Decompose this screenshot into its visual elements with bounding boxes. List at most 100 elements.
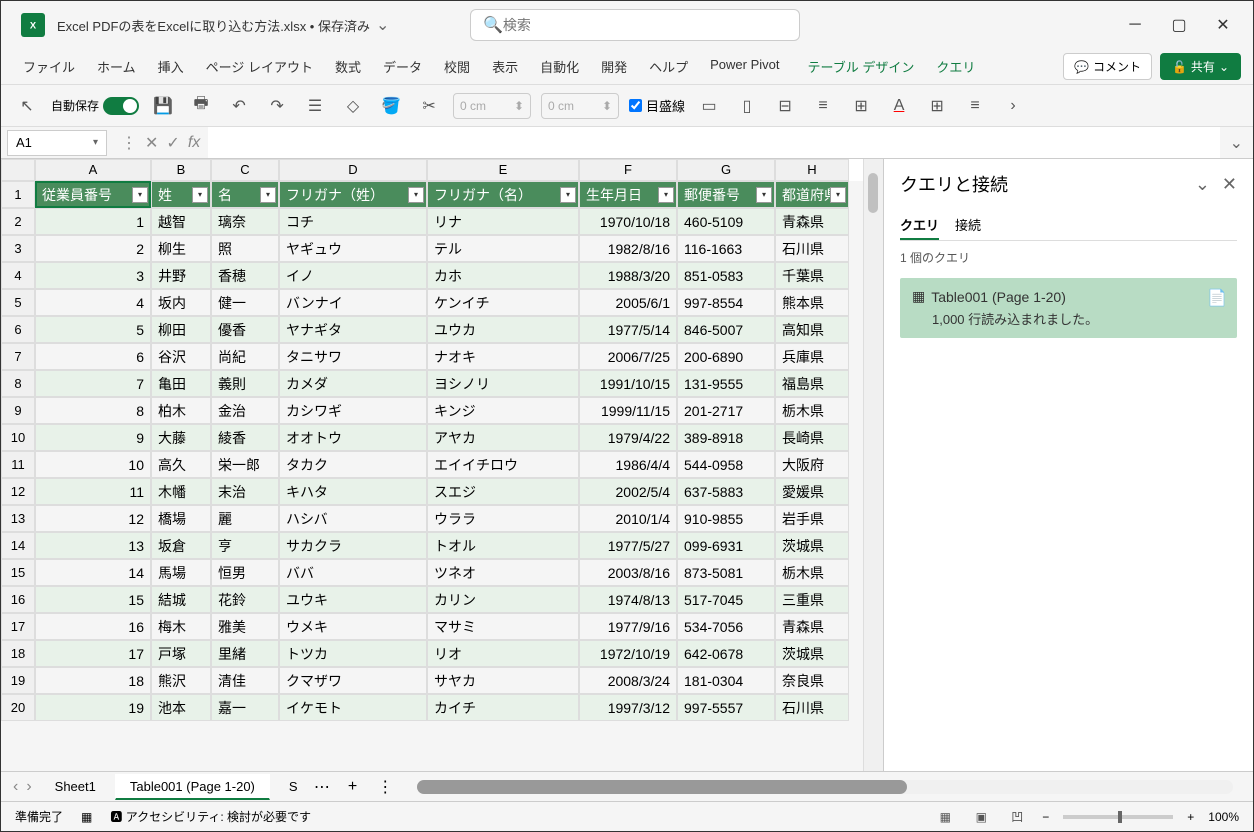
- table-cell[interactable]: 851-0583: [677, 262, 775, 289]
- table-cell[interactable]: 1977/9/16: [579, 613, 677, 640]
- zoom-level[interactable]: 100%: [1208, 810, 1239, 824]
- table-header-cell[interactable]: 従業員番号▾: [35, 181, 151, 208]
- table-cell[interactable]: 雅美: [211, 613, 279, 640]
- table-cell[interactable]: カホ: [427, 262, 579, 289]
- row-header[interactable]: 12: [1, 478, 35, 505]
- table-cell[interactable]: トツカ: [279, 640, 427, 667]
- table-cell[interactable]: キンジ: [427, 397, 579, 424]
- table-header-cell[interactable]: 郵便番号▾: [677, 181, 775, 208]
- table-cell[interactable]: 奈良県: [775, 667, 849, 694]
- row-header[interactable]: 8: [1, 370, 35, 397]
- search-box[interactable]: 🔍: [470, 9, 800, 41]
- table-cell[interactable]: 2: [35, 235, 151, 262]
- close-button[interactable]: ✕: [1213, 15, 1233, 35]
- search-input[interactable]: [503, 17, 787, 33]
- table-cell[interactable]: 栃木県: [775, 559, 849, 586]
- column-header[interactable]: H: [775, 159, 849, 181]
- stats-icon[interactable]: ▦: [81, 810, 92, 824]
- table-cell[interactable]: 1979/4/22: [579, 424, 677, 451]
- row-header[interactable]: 5: [1, 289, 35, 316]
- table-cell[interactable]: 7: [35, 370, 151, 397]
- table-cell[interactable]: 3: [35, 262, 151, 289]
- center-icon[interactable]: ≡: [961, 92, 989, 120]
- table-cell[interactable]: 馬場: [151, 559, 211, 586]
- table-cell[interactable]: 熊本県: [775, 289, 849, 316]
- tab-queries[interactable]: クエリ: [900, 211, 939, 240]
- filter-dropdown-icon[interactable]: ▾: [658, 187, 674, 203]
- ribbon-tab[interactable]: 校閲: [434, 51, 480, 82]
- table-cell[interactable]: 642-0678: [677, 640, 775, 667]
- table-cell[interactable]: 1977/5/14: [579, 316, 677, 343]
- maximize-button[interactable]: ▢: [1169, 15, 1189, 35]
- print-icon[interactable]: 🖶: [187, 92, 215, 120]
- title-chevron-icon[interactable]: ⌄: [376, 15, 389, 35]
- table-cell[interactable]: 高知県: [775, 316, 849, 343]
- table-cell[interactable]: 4: [35, 289, 151, 316]
- table-cell[interactable]: 茨城県: [775, 532, 849, 559]
- save-icon[interactable]: 💾: [149, 92, 177, 120]
- table-cell[interactable]: 1977/5/27: [579, 532, 677, 559]
- table-cell[interactable]: ユウカ: [427, 316, 579, 343]
- column-header[interactable]: E: [427, 159, 579, 181]
- table-header-cell[interactable]: 姓▾: [151, 181, 211, 208]
- toggle-switch-icon[interactable]: [103, 97, 139, 115]
- row-header[interactable]: 10: [1, 424, 35, 451]
- normal-view-icon[interactable]: ▦: [934, 806, 956, 828]
- table-cell[interactable]: カイチ: [427, 694, 579, 721]
- expand-formula-icon[interactable]: ⌄: [1220, 133, 1253, 153]
- table-cell[interactable]: 嘉一: [211, 694, 279, 721]
- select-all-corner[interactable]: [1, 159, 35, 181]
- table-cell[interactable]: トオル: [427, 532, 579, 559]
- table-header-cell[interactable]: 生年月日▾: [579, 181, 677, 208]
- table-cell[interactable]: ナオキ: [427, 343, 579, 370]
- fx-icon[interactable]: fx: [188, 134, 200, 152]
- table-cell[interactable]: 大阪府: [775, 451, 849, 478]
- ribbon-tab[interactable]: データ: [373, 51, 432, 82]
- table-cell[interactable]: 2008/3/24: [579, 667, 677, 694]
- table-cell[interactable]: 910-9855: [677, 505, 775, 532]
- table-cell[interactable]: ババ: [279, 559, 427, 586]
- touch-mode-icon[interactable]: ☰: [301, 92, 329, 120]
- table-cell[interactable]: 846-5007: [677, 316, 775, 343]
- table-cell[interactable]: ヨシノリ: [427, 370, 579, 397]
- table-cell[interactable]: 柳田: [151, 316, 211, 343]
- table-cell[interactable]: 橋場: [151, 505, 211, 532]
- column-header[interactable]: G: [677, 159, 775, 181]
- tab-connections[interactable]: 接続: [955, 211, 981, 240]
- chevron-down-icon[interactable]: ▾: [93, 137, 98, 148]
- sheet-tab-active[interactable]: Table001 (Page 1-20): [115, 774, 270, 800]
- table-cell[interactable]: 高久: [151, 451, 211, 478]
- sheet-overflow-icon[interactable]: ⋯: [308, 777, 336, 797]
- filter-dropdown-icon[interactable]: ▾: [756, 187, 772, 203]
- redo-icon[interactable]: ↷: [263, 92, 291, 120]
- table-cell[interactable]: 栃木県: [775, 397, 849, 424]
- row-header[interactable]: 7: [1, 343, 35, 370]
- table-cell[interactable]: 16: [35, 613, 151, 640]
- table-cell[interactable]: 結城: [151, 586, 211, 613]
- table-cell[interactable]: 栄一郎: [211, 451, 279, 478]
- table-cell[interactable]: 2002/5/4: [579, 478, 677, 505]
- table-cell[interactable]: ツネオ: [427, 559, 579, 586]
- table-cell[interactable]: 恒男: [211, 559, 279, 586]
- table-cell[interactable]: 越智: [151, 208, 211, 235]
- table-cell[interactable]: 坂倉: [151, 532, 211, 559]
- row-header[interactable]: 6: [1, 316, 35, 343]
- table-cell[interactable]: 1974/8/13: [579, 586, 677, 613]
- table-cell[interactable]: 綾香: [211, 424, 279, 451]
- table-cell[interactable]: 19: [35, 694, 151, 721]
- sheet-tab-truncated[interactable]: S: [274, 774, 304, 799]
- table-header-cell[interactable]: 都道府県▾: [775, 181, 849, 208]
- table-cell[interactable]: 9: [35, 424, 151, 451]
- table-cell[interactable]: タニサワ: [279, 343, 427, 370]
- table-cell[interactable]: 福島県: [775, 370, 849, 397]
- overflow-icon[interactable]: ›: [999, 92, 1027, 120]
- ribbon-tab[interactable]: 開発: [591, 51, 637, 82]
- table-cell[interactable]: 10: [35, 451, 151, 478]
- autosave-toggle[interactable]: 自動保存: [51, 97, 139, 115]
- table-cell[interactable]: 末治: [211, 478, 279, 505]
- cancel-icon[interactable]: ✕: [145, 133, 158, 153]
- table-cell[interactable]: 谷沢: [151, 343, 211, 370]
- row-header[interactable]: 17: [1, 613, 35, 640]
- table-cell[interactable]: 201-2717: [677, 397, 775, 424]
- table-cell[interactable]: 873-5081: [677, 559, 775, 586]
